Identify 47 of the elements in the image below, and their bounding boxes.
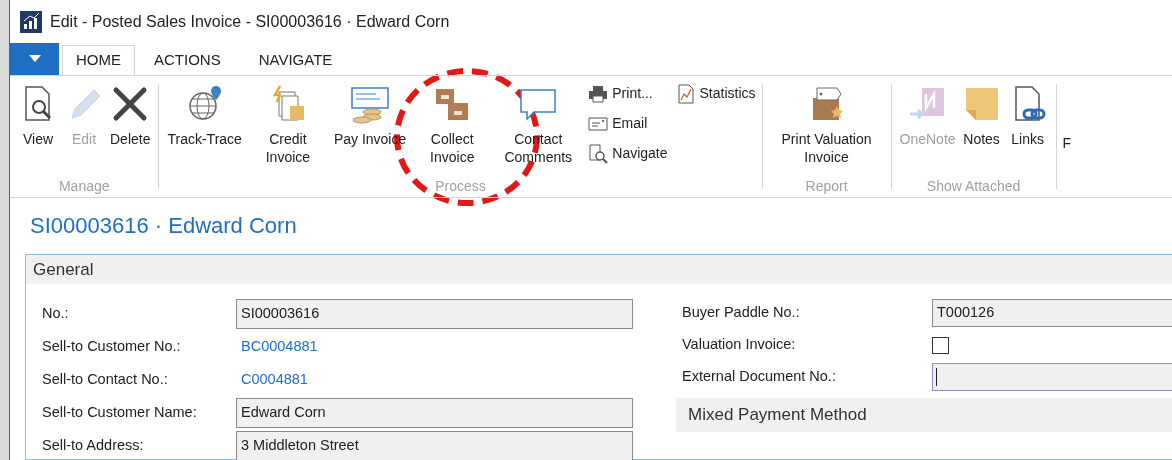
ribbon-button[interactable]: Credit Invoice [245, 83, 330, 166]
field-label: Buyer Paddle No.: [682, 303, 801, 323]
ribbon-group-label: Report [805, 176, 848, 196]
ribbon-button[interactable]: Track-Trace [165, 83, 244, 148]
text-cursor [936, 368, 937, 386]
section-header[interactable]: General [26, 255, 1172, 284]
chart-document-icon [675, 83, 696, 104]
ribbon-group-label: Manage [58, 176, 110, 196]
ribbon-button[interactable]: Links [1005, 83, 1050, 148]
ribbon-small-button[interactable]: Email [588, 111, 668, 136]
ribbon-group-label: Show Attached [926, 176, 1021, 196]
ribbon-tab[interactable]: ACTIONS [135, 44, 240, 75]
read-only-field: 3 Middleton Street [236, 430, 633, 460]
ribbon-button-label: F [1062, 133, 1072, 153]
ribbon-tab[interactable]: HOME [62, 44, 135, 75]
checkbox[interactable] [932, 336, 949, 354]
ribbon-group-label: Process [435, 176, 486, 196]
read-only-field: SI00003616 [236, 298, 633, 329]
field-label: Valuation Invoice: [682, 335, 797, 355]
page-title: SI00003616 · Edward Corn [30, 212, 297, 241]
input-field[interactable] [932, 363, 1172, 391]
field-label: No.: [42, 303, 70, 323]
window-title: Edit - Posted Sales Invoice - SI00003616 · Edward Corn [50, 11, 450, 32]
read-only-field: T000126 [932, 299, 1172, 327]
dropdown-caret-icon [28, 55, 41, 63]
app-menu-button[interactable] [10, 42, 59, 75]
ribbon-small-button[interactable]: Statistics [675, 81, 756, 106]
subsection-header[interactable]: Mixed Payment Method [676, 398, 1172, 432]
ribbon-tab[interactable]: NAVIGATE [239, 44, 352, 75]
field-label: Sell-to Customer No.: [42, 336, 182, 356]
field-label: Sell-to Customer Name: [42, 402, 198, 422]
app-logo-icon [20, 10, 42, 33]
field-label: Sell-to Contact No.: [42, 369, 169, 389]
document-search-icon [588, 143, 609, 164]
ribbon-button[interactable]: Collect Invoice [410, 83, 495, 166]
ribbon-button[interactable]: View [16, 83, 60, 148]
printer-icon [588, 83, 609, 104]
field-label: External Document No.: [682, 367, 837, 387]
field-link[interactable]: C0004881 [236, 368, 313, 391]
ribbon-small-button[interactable]: Navigate [588, 141, 668, 166]
ribbon-button[interactable]: Notes [959, 83, 1004, 148]
ribbon-button[interactable]: Delete [108, 83, 153, 148]
ribbon-small-button[interactable]: Print... [588, 81, 668, 106]
ribbon-button[interactable]: Print Valuation Invoice [768, 83, 885, 166]
read-only-field: Edward Corn [236, 397, 633, 428]
field-link[interactable]: BC0004881 [236, 335, 323, 358]
field-label: Sell-to Address: [42, 435, 145, 455]
